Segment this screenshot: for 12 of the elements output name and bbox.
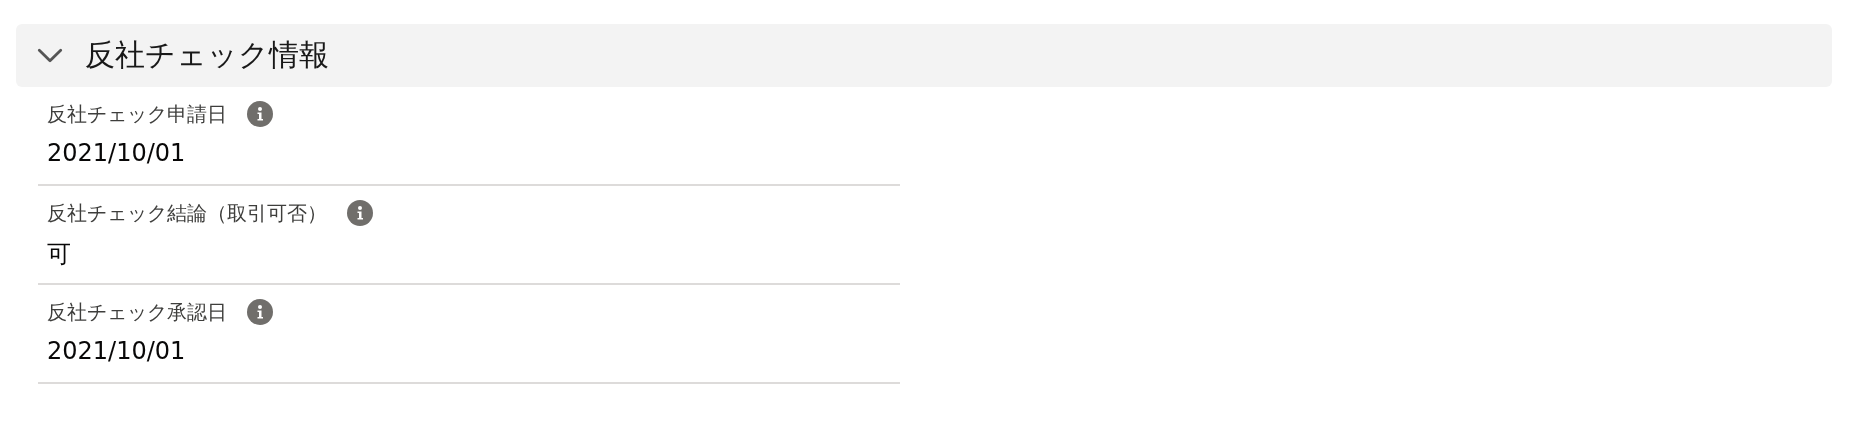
- field-value: 2021/10/01: [47, 139, 187, 167]
- field-label: 反社チェック承認日: [47, 298, 227, 326]
- field-label: 反社チェック結論（取引可否）: [47, 199, 327, 227]
- chevron-icon[interactable]: [37, 48, 63, 63]
- section-header[interactable]: 反社チェック情報: [16, 24, 1832, 87]
- section-title: 反社チェック情報: [85, 36, 329, 74]
- field-value: 可: [47, 239, 72, 270]
- field-value: 2021/10/01: [47, 337, 187, 365]
- info-icon[interactable]: [247, 299, 273, 325]
- field-label: 反社チェック申請日: [47, 100, 227, 128]
- info-icon[interactable]: [247, 101, 273, 127]
- info-icon[interactable]: [347, 200, 373, 226]
